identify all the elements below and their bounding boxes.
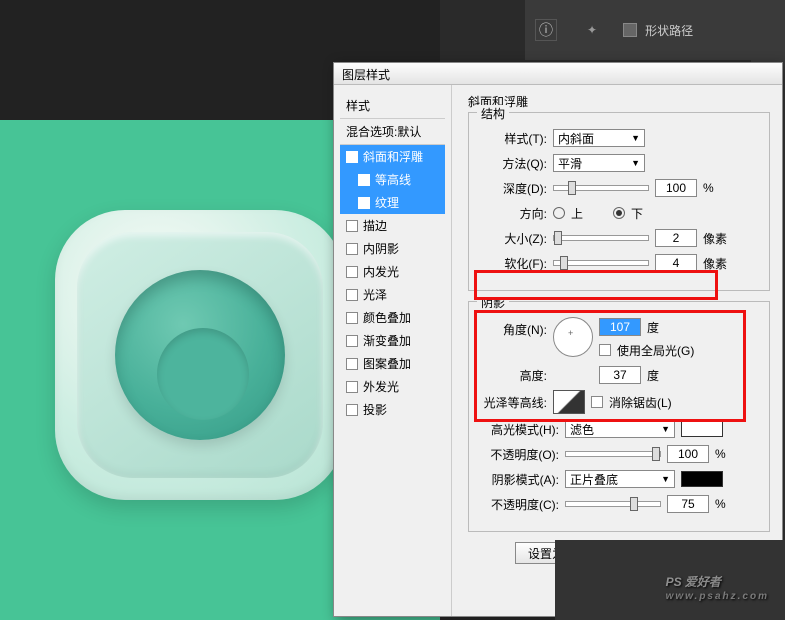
- checkbox-icon[interactable]: [346, 289, 358, 301]
- bevel-settings: 斜面和浮雕 结构 样式(T): 内斜面▼ 方法(Q): 平滑▼ 深度(D): 1…: [452, 85, 782, 616]
- star-icon: ✦: [587, 23, 597, 37]
- direction-up-radio[interactable]: [553, 207, 565, 219]
- global-light-checkbox[interactable]: [599, 344, 611, 356]
- shadow-opacity-label: 不透明度(C):: [479, 496, 559, 513]
- style-color-overlay[interactable]: 颜色叠加: [340, 306, 445, 329]
- style-gradient-overlay[interactable]: 渐变叠加: [340, 329, 445, 352]
- style-inner-glow[interactable]: 内发光: [340, 260, 445, 283]
- global-light-label: 使用全局光(G): [617, 342, 694, 359]
- size-input[interactable]: 2: [655, 229, 697, 247]
- gloss-contour-picker[interactable]: [553, 390, 585, 414]
- chevron-down-icon: ▼: [661, 474, 670, 484]
- highlight-opacity-label: 不透明度(O):: [479, 446, 559, 463]
- checkbox-icon[interactable]: [346, 151, 358, 163]
- soften-label: 软化(F):: [479, 255, 547, 272]
- depth-input[interactable]: 100: [655, 179, 697, 197]
- checkbox-icon[interactable]: [346, 335, 358, 347]
- style-pattern-overlay[interactable]: 图案叠加: [340, 352, 445, 375]
- antialias-label: 消除锯齿(L): [609, 394, 672, 411]
- highlight-mode-select[interactable]: 滤色▼: [565, 420, 675, 438]
- checkbox-icon[interactable]: [346, 220, 358, 232]
- angle-dial[interactable]: +: [553, 317, 593, 357]
- direction-down-radio[interactable]: [613, 207, 625, 219]
- down-label: 下: [631, 205, 643, 222]
- altitude-label: 高度:: [479, 367, 547, 384]
- size-label: 大小(Z):: [479, 230, 547, 247]
- unit-percent: %: [703, 181, 714, 195]
- highlight-mode-label: 高光模式(H):: [479, 421, 559, 438]
- checkbox-icon[interactable]: [346, 358, 358, 370]
- checkbox-icon[interactable]: [346, 312, 358, 324]
- highlight-opacity-slider[interactable]: [565, 451, 661, 457]
- shadow-color-swatch[interactable]: [681, 471, 723, 487]
- icon-circle-inner: [157, 328, 249, 420]
- technique-select[interactable]: 平滑▼: [553, 154, 645, 172]
- checkbox-icon[interactable]: [346, 404, 358, 416]
- checkbox-icon[interactable]: [346, 381, 358, 393]
- direction-label: 方向:: [479, 205, 547, 222]
- blend-options[interactable]: 混合选项:默认: [340, 118, 445, 145]
- shadow-mode-select[interactable]: 正片叠底▼: [565, 470, 675, 488]
- angle-input[interactable]: 107: [599, 318, 641, 336]
- angle-label: 角度(N):: [479, 317, 547, 338]
- soften-input[interactable]: 4: [655, 254, 697, 272]
- chevron-down-icon: ▼: [631, 133, 640, 143]
- style-bevel-emboss[interactable]: 斜面和浮雕: [340, 145, 445, 168]
- style-select[interactable]: 内斜面▼: [553, 129, 645, 147]
- structure-group: 结构 样式(T): 内斜面▼ 方法(Q): 平滑▼ 深度(D): 100 % 方…: [468, 112, 770, 291]
- style-satin[interactable]: 光泽: [340, 283, 445, 306]
- style-texture[interactable]: 纹理: [340, 191, 445, 214]
- checkbox-icon[interactable]: [358, 174, 370, 186]
- checkbox-icon[interactable]: [346, 243, 358, 255]
- shading-legend: 阴影: [477, 294, 509, 311]
- shadow-opacity-input[interactable]: 75: [667, 495, 709, 513]
- dialog-titlebar[interactable]: 图层样式: [334, 63, 782, 85]
- shading-group: 阴影 角度(N): + 107度 使用全局光(G) 高度: 37 度 光泽等高线…: [468, 301, 770, 532]
- style-stroke[interactable]: 描边: [340, 214, 445, 237]
- up-label: 上: [571, 205, 583, 222]
- styles-header[interactable]: 样式: [340, 93, 445, 118]
- layer-style-dialog: 图层样式 样式 混合选项:默认 斜面和浮雕 等高线 纹理 描边 内阴影 内发光 …: [333, 62, 783, 617]
- shadow-mode-label: 阴影模式(A):: [479, 471, 559, 488]
- structure-legend: 结构: [477, 105, 509, 122]
- shadow-opacity-slider[interactable]: [565, 501, 661, 507]
- style-outer-glow[interactable]: 外发光: [340, 375, 445, 398]
- icon-rounded-square: [55, 210, 345, 500]
- chevron-down-icon: ▼: [631, 158, 640, 168]
- info-icon[interactable]: ⓘ: [535, 19, 557, 41]
- highlight-color-swatch[interactable]: [681, 421, 723, 437]
- depth-label: 深度(D):: [479, 180, 547, 197]
- technique-label: 方法(Q):: [479, 155, 547, 172]
- chevron-down-icon: ▼: [661, 424, 670, 434]
- bevel-title: 斜面和浮雕: [468, 93, 770, 110]
- style-inner-shadow[interactable]: 内阴影: [340, 237, 445, 260]
- checkbox-icon[interactable]: [346, 266, 358, 278]
- style-contour[interactable]: 等高线: [340, 168, 445, 191]
- size-slider[interactable]: [553, 235, 649, 241]
- soften-slider[interactable]: [553, 260, 649, 266]
- dialog-title: 图层样式: [342, 68, 390, 82]
- gloss-label: 光泽等高线:: [479, 394, 547, 411]
- highlight-opacity-input[interactable]: 100: [667, 445, 709, 463]
- style-label: 样式(T):: [479, 130, 547, 147]
- options-bar: ⓘ ✦ 形状路径: [525, 0, 785, 60]
- style-list: 样式 混合选项:默认 斜面和浮雕 等高线 纹理 描边 内阴影 内发光 光泽 颜色…: [334, 85, 452, 616]
- antialias-checkbox[interactable]: [591, 396, 603, 408]
- depth-slider[interactable]: [553, 185, 649, 191]
- swatch-icon[interactable]: [623, 23, 637, 37]
- shape-path-label: 形状路径: [645, 22, 693, 39]
- style-drop-shadow[interactable]: 投影: [340, 398, 445, 421]
- watermark: PS 爱好者 www.psahz.com: [666, 570, 769, 602]
- checkbox-icon[interactable]: [358, 197, 370, 209]
- altitude-input[interactable]: 37: [599, 366, 641, 384]
